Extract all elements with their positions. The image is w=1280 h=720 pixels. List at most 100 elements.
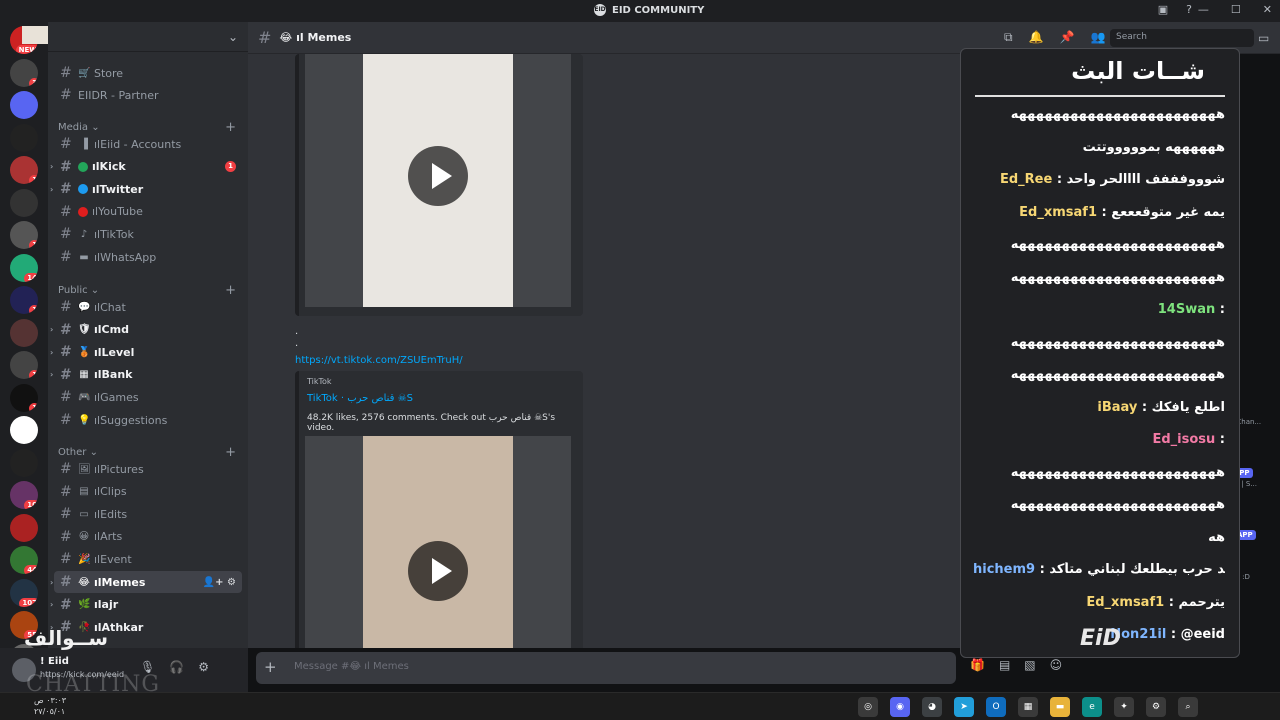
channel-bank[interactable]: › # ▦ ıl Bank	[50, 364, 242, 386]
channel-arts[interactable]: # 😀 ıl Arts	[54, 526, 242, 548]
settings-icon[interactable]: ⚙	[1146, 697, 1166, 717]
gif-icon[interactable]: ▤	[999, 658, 1010, 678]
server-header[interactable]: ⌄	[48, 22, 248, 52]
channel-youtube[interactable]: # ıl YouTube	[54, 201, 242, 223]
expand-arrow-icon[interactable]: ›	[50, 185, 53, 194]
server-icon[interactable]: 1	[10, 221, 38, 249]
inbox-icon[interactable]: ▣	[1158, 3, 1168, 16]
pin-icon[interactable]: 📌	[1060, 30, 1075, 45]
stream-chat-line: Ed_xmsaf1 : يترحمم	[1086, 594, 1225, 610]
server-icon[interactable]: 1	[10, 156, 38, 184]
server-icon[interactable]	[10, 123, 38, 152]
unread-badge: NEW	[15, 45, 38, 54]
server-icon[interactable]	[10, 513, 38, 542]
gift-icon[interactable]: 🎁	[970, 658, 985, 678]
expand-arrow-icon[interactable]: ›	[50, 325, 53, 334]
channel-label: WhatsApp	[100, 250, 157, 264]
channel-pictures[interactable]: # 🖼 ıl Pictures	[54, 458, 242, 480]
stream-chat-line: ههههههههههههههههههههههههه	[973, 335, 1225, 350]
channel-cmd[interactable]: › # 🛡 ıl Cmd	[50, 319, 242, 341]
server-icon[interactable]: 14	[10, 253, 38, 282]
threads-icon[interactable]: ⧉	[1004, 30, 1013, 45]
play-icon[interactable]	[408, 146, 468, 206]
bell-icon[interactable]: 🔔	[1029, 30, 1044, 45]
channel-settings-icon[interactable]: 👤+ ⚙	[203, 577, 236, 588]
obs-icon[interactable]: ◎	[858, 697, 878, 717]
discord-icon[interactable]: ◉	[890, 697, 910, 717]
channel-games[interactable]: # 🎮 ıl Games	[54, 386, 242, 408]
channel-whatsapp[interactable]: # ▬ ıl WhatsApp	[54, 246, 242, 268]
server-icon[interactable]: 1	[10, 383, 38, 412]
channel-store[interactable]: # 🛒 Store	[54, 62, 242, 84]
server-icon[interactable]	[10, 318, 38, 347]
channel-event[interactable]: # 🎉 ıl Event	[54, 548, 242, 570]
gear-icon[interactable]: ⚙	[198, 660, 209, 674]
clock-date: ٢٧/٠٥/٠١	[34, 707, 66, 716]
server-icon[interactable]	[10, 448, 38, 477]
minimize-button[interactable]: —	[1198, 3, 1209, 16]
server-icon[interactable]: 1	[10, 286, 38, 314]
server-icon[interactable]: 107	[10, 578, 38, 607]
close-button[interactable]: ✕	[1263, 3, 1272, 16]
expand-arrow-icon[interactable]: ›	[50, 348, 53, 357]
video-thumbnail[interactable]	[305, 436, 571, 648]
channel-title: 😂 ıl Memes	[279, 31, 352, 44]
expand-arrow-icon[interactable]: ›	[50, 600, 53, 609]
channel-partner[interactable]: # EIIDR - Partner	[54, 84, 242, 106]
server-icon[interactable]: 3	[10, 58, 38, 87]
telegram-icon[interactable]: ➤	[954, 697, 974, 717]
hash-icon: #	[60, 181, 72, 198]
expand-arrow-icon[interactable]: ›	[50, 370, 53, 379]
channel-kick[interactable]: › # ıl Kick 1	[50, 156, 242, 178]
channel-edits[interactable]: # ▭ ıl Edits	[54, 503, 242, 525]
server-icon[interactable]: 10	[10, 481, 38, 509]
members-icon[interactable]: 👥	[1090, 30, 1105, 45]
inbox-icon[interactable]: ▭	[1258, 31, 1269, 45]
channel-suggestions[interactable]: # 💡 ıl Suggestions	[54, 409, 242, 431]
play-icon[interactable]	[408, 541, 468, 601]
message-composer[interactable]: + Message #😂 ıl Memes	[256, 652, 956, 684]
channel-label: Suggestions	[100, 413, 168, 427]
sticker-icon[interactable]: ▧	[1024, 658, 1035, 678]
channel-clips[interactable]: # ▤ ıl Clips	[54, 481, 242, 503]
channel-ajr[interactable]: › # 🌿 ıl ajr	[50, 594, 242, 616]
headphones-icon[interactable]: 🎧	[169, 660, 184, 674]
server-icon[interactable]	[10, 416, 38, 444]
channel-label: TikTok	[100, 227, 134, 241]
video-thumbnail[interactable]	[305, 54, 571, 307]
channel-memes[interactable]: › # 😂 ıl Memes 👤+ ⚙	[50, 571, 242, 593]
channel-level[interactable]: › # 🥉 ıl Level	[50, 341, 242, 363]
expand-arrow-icon[interactable]: ›	[50, 162, 53, 171]
search-input[interactable]: Search	[1110, 29, 1254, 47]
help-icon[interactable]: ?	[1186, 3, 1192, 16]
embed-title[interactable]: TikTok · قناص حرب ☠S	[307, 393, 413, 404]
server-icon[interactable]	[10, 188, 38, 217]
chevron-down-icon[interactable]: ⌄	[228, 30, 238, 44]
channel-tiktok[interactable]: # ♪ ıl TikTok	[54, 223, 242, 245]
search-icon[interactable]: ⌕	[1178, 697, 1198, 717]
message-link[interactable]: https://vt.tiktok.com/ZSUEmTruH/	[295, 355, 463, 366]
channel-prefix: ıl	[94, 598, 102, 612]
chrome-icon[interactable]: ◕	[922, 697, 942, 717]
copilot-icon[interactable]: ✦	[1114, 697, 1134, 717]
channel-chat[interactable]: # 💬 ıl Chat	[54, 296, 242, 318]
channel-label: ajr	[101, 598, 119, 612]
server-icon[interactable]	[10, 91, 38, 119]
explorer-icon[interactable]: ▬	[1050, 697, 1070, 717]
channel-emoji-icon: ▐	[80, 138, 88, 150]
store-icon[interactable]: ▦	[1018, 697, 1038, 717]
expand-arrow-icon[interactable]: ›	[50, 578, 53, 587]
hash-icon: #	[60, 461, 72, 477]
outlook-icon[interactable]: O	[986, 697, 1006, 717]
add-attachment-icon[interactable]: +	[264, 658, 277, 676]
channel-twitter[interactable]: › # ıl Twitter	[50, 178, 242, 200]
server-icon[interactable]: 1	[10, 351, 38, 379]
edge-icon[interactable]: e	[1082, 697, 1102, 717]
emoji-icon[interactable]: ☺	[1050, 658, 1063, 678]
channel-label: Edits	[100, 507, 128, 521]
channel-eiid-accounts[interactable]: # ▐ ıl Eiid - Accounts	[54, 133, 242, 155]
channel-prefix: ıl	[92, 160, 100, 174]
server-icon[interactable]: 44	[10, 546, 38, 574]
message-input[interactable]: Message #😂 ıl Memes	[294, 661, 409, 672]
maximize-button[interactable]: ☐	[1231, 3, 1241, 16]
